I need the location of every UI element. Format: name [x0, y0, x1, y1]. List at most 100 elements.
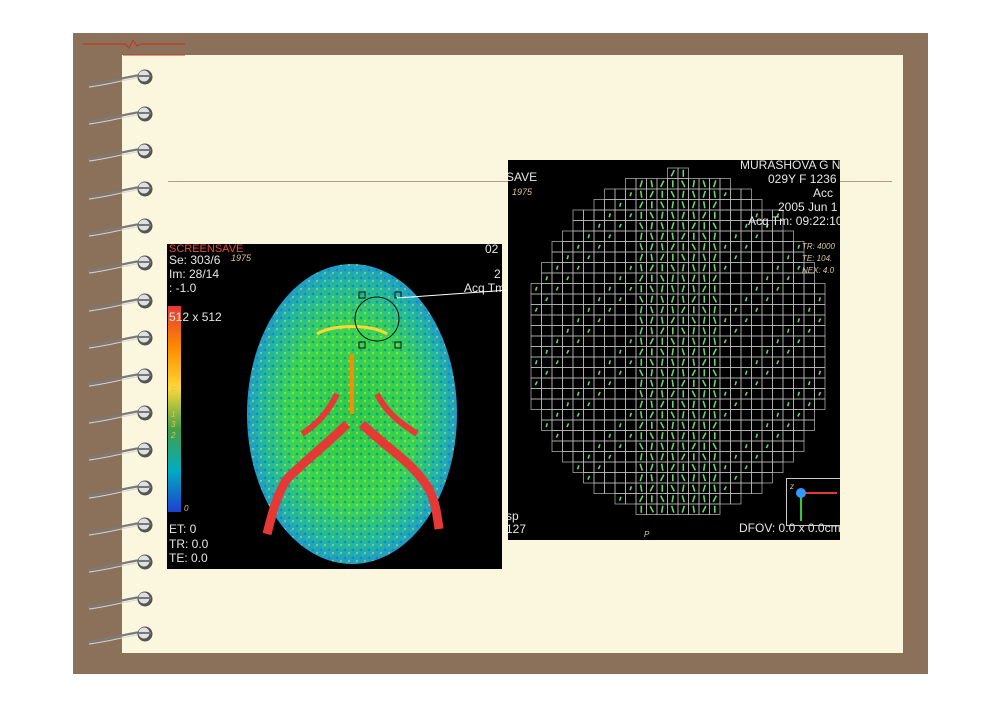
- grid-cell: [593, 377, 605, 389]
- grid-cell: [604, 241, 616, 253]
- grid-cell: [751, 251, 763, 263]
- vector-mark: [670, 432, 675, 440]
- grid-cell: [803, 419, 815, 431]
- grid-cell: [593, 304, 605, 316]
- grid-cell: [782, 230, 794, 242]
- vector-mark: [713, 484, 717, 492]
- vector-mark: [660, 505, 664, 513]
- vector-mark: [681, 484, 685, 492]
- grid-cell: [614, 304, 626, 316]
- vector-mark: [713, 232, 717, 240]
- grid-cell: [551, 388, 563, 400]
- vector-mark: [597, 297, 601, 302]
- colorbar-label-0: 0: [184, 504, 189, 513]
- grid-cell: [551, 377, 563, 389]
- vector-mark: [702, 274, 706, 282]
- grid-cell: [541, 335, 553, 347]
- grid-cell: [593, 409, 605, 421]
- grid-cell: [761, 251, 773, 263]
- grid-cell: [583, 293, 595, 305]
- vector-mark: [639, 264, 643, 272]
- vector-mark: [712, 474, 717, 482]
- vector-mark: [671, 379, 675, 387]
- vector-mark: [702, 474, 707, 482]
- vector-mark: [692, 505, 696, 513]
- grid-cell: [751, 325, 763, 337]
- spiral-ring: [85, 179, 160, 203]
- vector-mark: [765, 370, 769, 375]
- vector-mark: [776, 265, 780, 270]
- vector-mark: [618, 444, 622, 449]
- grid-cell: [625, 451, 637, 463]
- grid-cell: [604, 346, 616, 358]
- vector-mark: [691, 463, 697, 471]
- vector-mark: [639, 337, 643, 345]
- grid-cell: [583, 220, 595, 232]
- vector-mark: [680, 474, 686, 482]
- grid-cell: [772, 346, 784, 358]
- vector-mark: [681, 222, 685, 230]
- grid-cell: [740, 356, 752, 368]
- grid-cell: [793, 430, 805, 442]
- vector-mark: [713, 379, 717, 387]
- vector-mark: [680, 327, 686, 335]
- vector-mark: [649, 337, 655, 345]
- grid-cell: [583, 419, 595, 431]
- grid-cell: [803, 346, 815, 358]
- vector-mark: [608, 307, 612, 312]
- vector-mark: [691, 369, 697, 377]
- vector-mark: [755, 360, 759, 365]
- vector-mark: [649, 505, 655, 513]
- grid-cell: [730, 346, 742, 358]
- grid-cell: [803, 409, 815, 421]
- grid-cell: [583, 209, 595, 221]
- te-label: TE: 0.0: [169, 551, 208, 565]
- vector-mark: [818, 370, 822, 375]
- spiral-ring: [85, 624, 160, 648]
- vector-mark: [702, 463, 706, 471]
- vector-mark: [734, 307, 738, 312]
- vector-mark: [618, 370, 622, 375]
- grid-cell: [541, 398, 553, 410]
- vector-mark: [650, 474, 654, 482]
- grid-cell: [625, 472, 637, 484]
- right-date: 1975: [512, 187, 533, 197]
- vector-mark: [639, 327, 644, 335]
- vector-mark: [712, 253, 717, 261]
- vector-mark: [555, 265, 559, 270]
- vector-mark: [545, 276, 549, 281]
- vector-mark: [618, 423, 622, 428]
- grid-cell: [593, 199, 605, 211]
- vector-mark: [587, 381, 591, 386]
- vector-mark: [701, 453, 707, 461]
- vector-mark: [670, 316, 676, 324]
- vector-mark: [765, 444, 769, 449]
- vector-grid-scan[interactable]: SAVE 1975 MURASHOVA G N 029Y F 1236 Acc …: [508, 160, 840, 540]
- grid-cell: [614, 461, 626, 473]
- grid-cell: [772, 419, 784, 431]
- grid-cell: [625, 314, 637, 326]
- grid-cell: [562, 293, 574, 305]
- vector-mark: [660, 243, 664, 251]
- vector-mark: [650, 369, 654, 377]
- vector-mark: [670, 505, 675, 513]
- grid-cell: [719, 230, 731, 242]
- grid-cell: [761, 304, 773, 316]
- grid-cell: [593, 346, 605, 358]
- vector-mark: [534, 286, 538, 291]
- vector-mark: [597, 223, 601, 228]
- image-label: Im: 28/14: [169, 267, 220, 281]
- grid-cell: [730, 314, 742, 326]
- vector-mark: [576, 465, 580, 470]
- vector-mark: [639, 190, 643, 198]
- vector-mark: [670, 285, 675, 293]
- vector-mark: [680, 400, 686, 408]
- grid-cell: [614, 314, 626, 326]
- tr-label: TR: 0.0: [169, 537, 209, 551]
- vector-mark: [702, 337, 707, 345]
- vector-mark: [681, 264, 685, 272]
- grid-cell: [593, 419, 605, 431]
- vector-mark: [660, 306, 665, 314]
- vector-mark: [659, 201, 665, 209]
- spiral-ring: [85, 440, 160, 464]
